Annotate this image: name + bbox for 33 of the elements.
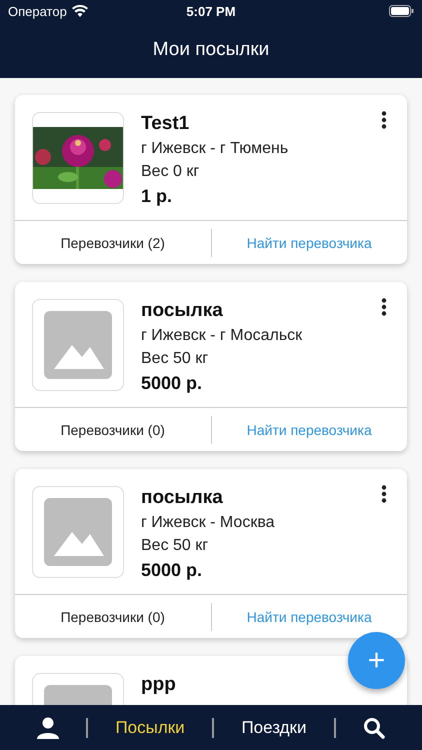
parcel-card[interactable]: посылка г Ижевск - г Мосальск Вес 50 кг 5000 р. Перевозчики (0) Найти перевозчика	[15, 282, 407, 451]
status-time: 5:07 PM	[186, 4, 236, 18]
parcel-title: Test1	[141, 113, 190, 135]
parcel-title: посылка	[141, 487, 224, 509]
parcel-route: г Ижевск - г Тюмень	[141, 140, 288, 158]
parcel-weight: Вес 0 кг	[141, 163, 200, 181]
parcel-weight: Вес 50 кг	[141, 537, 210, 555]
carriers-button[interactable]: Перевозчики (2)	[15, 221, 210, 264]
more-icon[interactable]	[381, 485, 387, 503]
nav-tab[interactable]: Поездки	[235, 714, 312, 742]
more-icon[interactable]	[381, 111, 387, 129]
parcel-route: г Ижевск - г Мосальск	[141, 327, 302, 345]
parcel-card[interactable]: посылка г Ижевск - Москва Вес 50 кг 5000 р. Перевозчики (0) Найти перевозчика	[15, 469, 407, 638]
battery-icon	[388, 5, 414, 17]
parcel-route: г Ижевск - Москва	[141, 514, 275, 532]
search-icon	[363, 716, 386, 738]
screen-title: Мои посылки	[152, 39, 270, 61]
parcel-weight: Вес 50 кг	[141, 350, 210, 368]
carriers-button[interactable]: Перевозчики (0)	[15, 595, 210, 638]
image-placeholder-icon	[44, 498, 112, 566]
parcel-title: ppp	[141, 674, 176, 696]
nav-tab[interactable]: Посылки	[109, 714, 191, 742]
image-placeholder-icon	[44, 311, 112, 379]
more-icon[interactable]	[381, 298, 387, 316]
parcel-price: 5000 р.	[141, 560, 204, 581]
parcel-title: посылка	[141, 300, 224, 322]
parcel-card[interactable]: Test1 г Ижевск - г Тюмень Вес 0 кг 1 р. Перевозчики (2) Найти перевозчика	[15, 95, 407, 264]
person-icon	[36, 716, 59, 738]
parcel-price: 1 р.	[141, 186, 174, 207]
carriers-button[interactable]: Перевозчики (0)	[15, 408, 210, 451]
carrier-name: Оператор	[8, 4, 67, 18]
parcel-price: 5000 р.	[141, 373, 204, 394]
wifi-icon	[72, 5, 88, 17]
